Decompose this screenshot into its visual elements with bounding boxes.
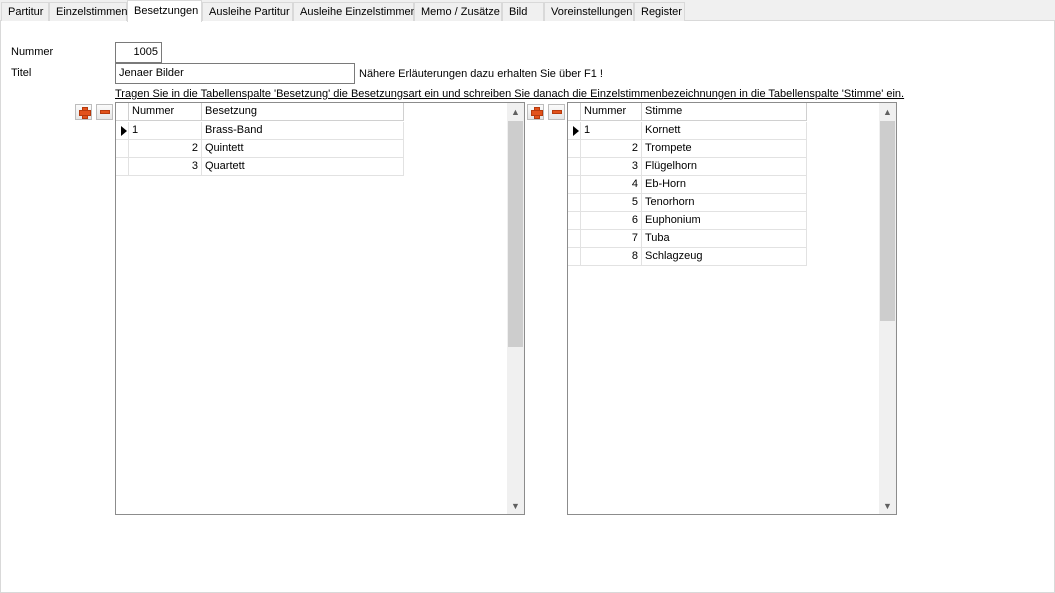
f1-hint: Nähere Erläuterungen dazu erhalten Sie ü…: [359, 68, 603, 80]
tab-partitur[interactable]: Partitur: [1, 2, 49, 21]
tab-ausleihe-partitur[interactable]: Ausleihe Partitur: [202, 2, 293, 21]
remove-stimme-button[interactable]: [548, 104, 565, 120]
row-indicator: [568, 158, 581, 176]
nummer-label: Nummer: [11, 46, 54, 58]
titel-field[interactable]: Jenaer Bilder: [115, 63, 355, 84]
remove-besetzung-button[interactable]: [96, 104, 113, 120]
table-row[interactable]: 1 Kornett: [568, 122, 807, 140]
cell-nummer[interactable]: 2: [581, 140, 642, 158]
table-row[interactable]: 8 Schlagzeug: [568, 248, 807, 266]
row-indicator: [568, 212, 581, 230]
instruction-text: Tragen Sie in die Tabellenspalte 'Besetz…: [115, 88, 905, 100]
cell-stimme[interactable]: Kornett: [642, 122, 807, 140]
cell-nummer[interactable]: 3: [129, 158, 202, 176]
column-header-stimme[interactable]: Stimme: [642, 103, 807, 121]
row-indicator: [116, 140, 129, 158]
cell-nummer[interactable]: 7: [581, 230, 642, 248]
cell-nummer[interactable]: 1: [129, 122, 202, 140]
cell-besetzung[interactable]: Brass-Band: [202, 122, 404, 140]
column-header-nummer[interactable]: Nummer: [129, 103, 202, 121]
cell-stimme[interactable]: Flügelhorn: [642, 158, 807, 176]
row-indicator: [568, 122, 581, 140]
row-indicator: [568, 140, 581, 158]
chevron-down-icon[interactable]: ▼: [879, 497, 896, 514]
add-besetzung-button[interactable]: [75, 104, 92, 120]
tab-bar: Partitur Einzelstimmen Besetzungen Ausle…: [0, 0, 1055, 22]
scrollbar-thumb[interactable]: [880, 121, 895, 321]
indicator-header: [568, 103, 581, 121]
besetzung-grid[interactable]: Nummer Besetzung 1 Brass-Band 2 Quintett…: [115, 102, 525, 515]
plus-icon: [530, 107, 543, 119]
row-indicator: [568, 248, 581, 266]
tab-register[interactable]: Register: [634, 2, 685, 21]
table-row[interactable]: 6 Euphonium: [568, 212, 807, 230]
cell-nummer[interactable]: 1: [581, 122, 642, 140]
row-pointer-icon: [121, 126, 127, 136]
tab-ausleihe-einzelstimmen[interactable]: Ausleihe Einzelstimmen: [293, 2, 417, 21]
cell-stimme[interactable]: Schlagzeug: [642, 248, 807, 266]
titel-label: Titel: [11, 67, 32, 79]
cell-nummer[interactable]: 3: [581, 158, 642, 176]
row-indicator: [116, 122, 129, 140]
row-pointer-icon: [573, 126, 579, 136]
cell-besetzung[interactable]: Quartett: [202, 158, 404, 176]
row-indicator: [568, 176, 581, 194]
nummer-field[interactable]: 1005: [115, 42, 162, 63]
column-header-nummer[interactable]: Nummer: [581, 103, 642, 121]
cell-nummer[interactable]: 4: [581, 176, 642, 194]
chevron-down-icon[interactable]: ▼: [507, 497, 524, 514]
table-row[interactable]: 2 Quintett: [116, 140, 404, 158]
tab-memo-zusaetze[interactable]: Memo / Zusätze: [414, 2, 502, 21]
stimme-grid-header: Nummer Stimme: [568, 103, 807, 121]
cell-stimme[interactable]: Tuba: [642, 230, 807, 248]
cell-nummer[interactable]: 6: [581, 212, 642, 230]
cell-nummer[interactable]: 5: [581, 194, 642, 212]
table-row[interactable]: 3 Flügelhorn: [568, 158, 807, 176]
cell-nummer[interactable]: 8: [581, 248, 642, 266]
cell-besetzung[interactable]: Quintett: [202, 140, 404, 158]
cell-stimme[interactable]: Euphonium: [642, 212, 807, 230]
tab-voreinstellungen[interactable]: Voreinstellungen: [544, 2, 634, 21]
minus-icon: [99, 110, 110, 114]
table-row[interactable]: 5 Tenorhorn: [568, 194, 807, 212]
plus-icon: [78, 107, 91, 119]
cell-stimme[interactable]: Tenorhorn: [642, 194, 807, 212]
minus-icon: [551, 110, 562, 114]
chevron-up-icon[interactable]: ▲: [507, 103, 524, 120]
stimme-grid-scrollbar[interactable]: ▲ ▼: [879, 103, 896, 514]
row-indicator: [568, 230, 581, 248]
add-stimme-button[interactable]: [527, 104, 544, 120]
row-indicator: [116, 158, 129, 176]
table-row[interactable]: 4 Eb-Horn: [568, 176, 807, 194]
besetzung-grid-header: Nummer Besetzung: [116, 103, 404, 121]
column-header-besetzung[interactable]: Besetzung: [202, 103, 404, 121]
tab-einzelstimmen[interactable]: Einzelstimmen: [49, 2, 128, 21]
table-row[interactable]: 3 Quartett: [116, 158, 404, 176]
row-indicator: [568, 194, 581, 212]
cell-nummer[interactable]: 2: [129, 140, 202, 158]
cell-stimme[interactable]: Trompete: [642, 140, 807, 158]
table-row[interactable]: 7 Tuba: [568, 230, 807, 248]
stimme-grid[interactable]: Nummer Stimme 1 Kornett 2 Trompete 3 Flü…: [567, 102, 897, 515]
cell-stimme[interactable]: Eb-Horn: [642, 176, 807, 194]
indicator-header: [116, 103, 129, 121]
tab-besetzungen[interactable]: Besetzungen: [127, 0, 202, 22]
table-row[interactable]: 2 Trompete: [568, 140, 807, 158]
table-row[interactable]: 1 Brass-Band: [116, 122, 404, 140]
chevron-up-icon[interactable]: ▲: [879, 103, 896, 120]
besetzung-grid-scrollbar[interactable]: ▲ ▼: [507, 103, 524, 514]
scrollbar-thumb[interactable]: [508, 121, 523, 347]
tab-bild[interactable]: Bild: [502, 2, 544, 21]
